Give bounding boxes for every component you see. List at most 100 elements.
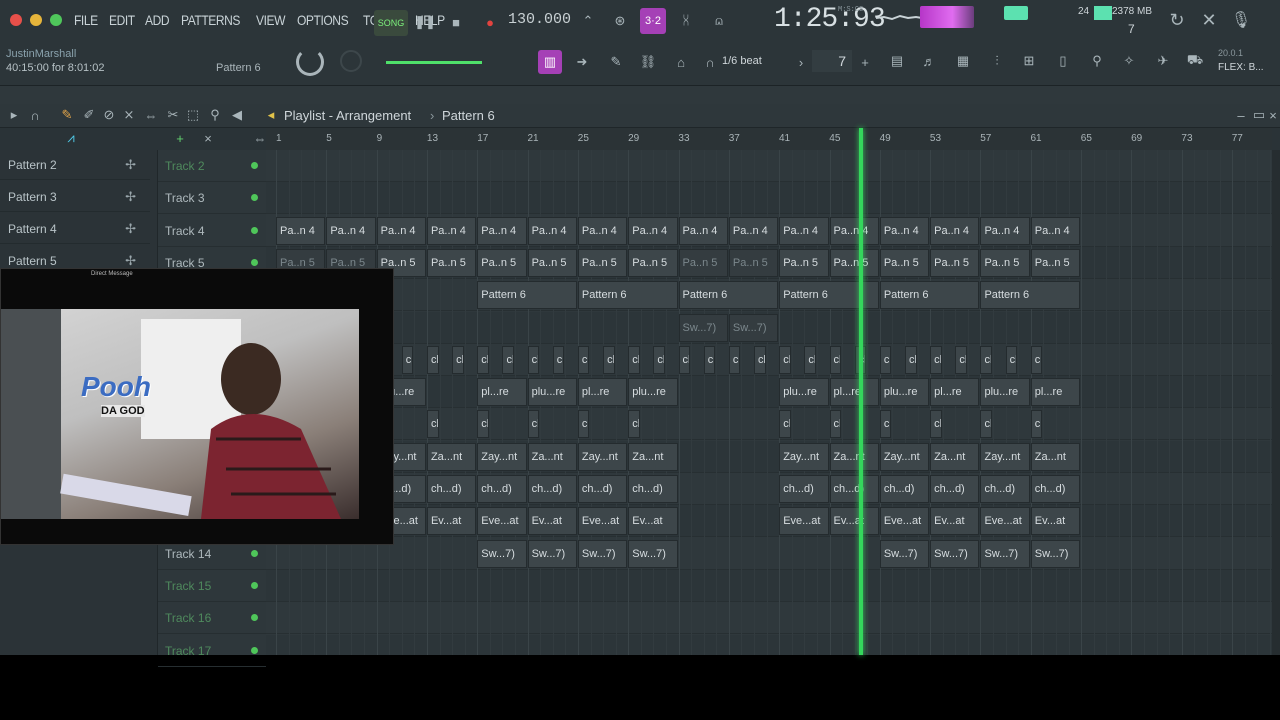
minimize-panel-icon[interactable]: – — [1234, 106, 1248, 124]
playlist-clip[interactable]: ch...d) — [527, 410, 540, 439]
close-panel-icon[interactable]: × — [1266, 106, 1280, 124]
menu-view[interactable]: VIEW — [256, 12, 285, 28]
playlist-clip[interactable]: Pa..n 4 — [477, 216, 527, 245]
channel-rack-icon[interactable]: ▤ — [886, 50, 908, 72]
playlist-clip[interactable]: Zay...nt — [980, 442, 1030, 471]
track-header[interactable]: Track 3 — [158, 182, 266, 215]
link-icon[interactable]: ⛓ — [638, 52, 658, 72]
playlist-clip[interactable]: ch...d) — [477, 475, 527, 503]
playlist-clip[interactable]: Sw...7) — [1030, 539, 1081, 568]
playlist-clip[interactable]: Pa..n 5 — [477, 248, 527, 277]
playlist-clip[interactable]: Pa..n 4 — [980, 216, 1030, 245]
playlist-clip[interactable]: Zay...nt — [577, 442, 628, 471]
audio-wave-icon[interactable]: ⩘ — [58, 128, 84, 148]
playlist-clip[interactable]: Pattern 6 — [779, 281, 879, 310]
playlist-clip[interactable]: Pa..n 5 — [426, 248, 477, 277]
playlist-clip[interactable]: Eve...at — [577, 507, 628, 536]
playlist-clip[interactable]: Sw...7) — [628, 539, 678, 568]
plugin-picker-icon[interactable]: ✈ — [1152, 50, 1174, 72]
playlist-clip[interactable]: Pa..n 5 — [1030, 248, 1081, 277]
master-volume-knob[interactable] — [296, 48, 324, 76]
playlist-clip[interactable]: Pa..n 4 — [326, 216, 376, 245]
track-enable-led[interactable] — [251, 258, 258, 266]
playlist-clip[interactable]: ch...d) — [628, 410, 640, 439]
playlist-clip[interactable]: plu...re — [879, 378, 930, 407]
mute-tool-icon[interactable]: ⨯ — [120, 106, 138, 124]
plugin-icon[interactable]: ⚲ — [1086, 50, 1108, 72]
vertical-scrollbar[interactable] — [1272, 150, 1280, 655]
playlist-clip[interactable]: ch...d) — [829, 410, 842, 439]
playlist-clip[interactable]: Pa..n 5 — [779, 248, 829, 277]
playlist-clip[interactable]: ch...d) — [577, 345, 590, 374]
playlist-clip[interactable]: ch...d) — [477, 410, 489, 439]
menu-edit[interactable]: EDIT — [109, 12, 135, 28]
playlist-clip[interactable]: ch...d) — [1005, 345, 1018, 374]
playlist-clip[interactable]: ch...d) — [829, 345, 842, 374]
maximize-panel-icon[interactable]: ▭ — [1252, 106, 1266, 124]
countdown-icon[interactable]: 3·2 — [640, 8, 666, 34]
minimize-window-button[interactable] — [30, 14, 42, 26]
playlist-clip[interactable]: Pa..n 4 — [426, 216, 477, 245]
add-icon[interactable]: + — [858, 52, 872, 72]
playlist-clip[interactable]: Pa..n 4 — [1030, 216, 1081, 245]
track-header[interactable]: Track 4 — [158, 215, 266, 247]
playlist-pattern-breadcrumb[interactable]: Pattern 6 — [442, 108, 495, 123]
playlist-clip[interactable]: ch...d) — [879, 345, 892, 374]
playlist-clip[interactable]: ch...d) — [980, 475, 1030, 503]
playlist-clip[interactable]: Pa..n 4 — [678, 216, 728, 245]
current-pattern-label[interactable]: Pattern 6 — [216, 62, 261, 74]
playlist-clip[interactable]: Ev...at — [829, 507, 879, 536]
playlist-clip[interactable]: ch...d) — [577, 410, 590, 439]
playlist-clip[interactable]: ch...d) — [879, 475, 930, 503]
shop-cart-icon[interactable]: ⛟ — [1184, 50, 1206, 72]
track-header[interactable]: Track 16 — [158, 602, 266, 635]
stop-icon[interactable]: ■ — [446, 12, 466, 32]
snap-next-icon[interactable]: › — [794, 52, 808, 72]
playlist-clip[interactable]: Za...nt — [829, 442, 879, 471]
playlist-clip[interactable]: plu...re — [980, 378, 1030, 407]
drag-handle-icon[interactable]: ✢ — [125, 189, 136, 205]
track-enable-led[interactable] — [251, 614, 258, 622]
playlist-clip[interactable]: ch...d) — [426, 410, 439, 439]
playlist-clip[interactable]: plu...re — [628, 378, 678, 407]
playlist-clip[interactable]: Pa..n 5 — [879, 248, 930, 277]
slip-tool-icon[interactable]: ⇔ — [142, 106, 160, 124]
playlist-clip[interactable]: ch...d) — [779, 410, 791, 439]
playlist-clip[interactable]: Pa..n 4 — [728, 216, 779, 245]
playlist-clip[interactable]: Sw...7) — [930, 539, 980, 568]
wait-input-icon[interactable]: ⊛ — [608, 10, 632, 32]
playlist-clip[interactable]: ch...d) — [628, 345, 640, 374]
playlist-clip[interactable]: Pattern 6 — [477, 281, 577, 310]
playlist-clip[interactable]: Pa..n 4 — [779, 216, 829, 245]
playlist-clip[interactable]: Pa..n 4 — [829, 216, 879, 245]
step-value[interactable]: 7 — [812, 50, 852, 72]
playlist-clip[interactable]: Pa..n 5 — [829, 248, 879, 277]
playlist-clip[interactable]: Eve...at — [980, 507, 1030, 536]
playlist-clip[interactable]: ch...d) — [1030, 345, 1043, 374]
pattern-picker-item[interactable]: Pattern 4 ✢ — [0, 214, 150, 244]
maximize-window-button[interactable] — [50, 14, 62, 26]
playback-tool-icon[interactable]: ◀ — [228, 106, 246, 124]
zoom-tool-icon[interactable]: ⚲ — [206, 106, 224, 124]
playlist-clip[interactable]: Sw...7) — [879, 539, 930, 568]
playlist-clip[interactable]: ch...d) — [804, 345, 816, 374]
playlist-clip[interactable]: Za...nt — [1030, 442, 1081, 471]
playlist-snap-icon[interactable]: ▥ — [538, 50, 562, 74]
playlist-clip[interactable]: Pa..n 4 — [276, 216, 326, 245]
playlist-menu-icon[interactable]: ▸ — [6, 106, 22, 124]
playlist-clip[interactable]: pl...re — [1030, 378, 1081, 407]
playlist-clip[interactable]: pl...re — [577, 378, 628, 407]
track-header[interactable]: Track 2 — [158, 150, 266, 182]
track-enable-led[interactable] — [251, 162, 258, 169]
playlist-clip[interactable]: ch...d) — [426, 475, 477, 503]
panic-icon[interactable]: ✕ — [1198, 8, 1220, 32]
playlist-clip[interactable]: ch...d) — [452, 345, 464, 374]
pencil-icon[interactable]: ✎ — [606, 52, 626, 72]
remove-pattern-icon[interactable]: × — [200, 128, 216, 148]
metronome-icon[interactable]: ⌃ — [576, 10, 600, 32]
playlist-clip[interactable]: Pa..n 4 — [628, 216, 678, 245]
playlist-clip[interactable]: Sw...7) — [577, 539, 628, 568]
close-window-button[interactable] — [10, 14, 22, 26]
playlist-clip[interactable]: ch...d) — [980, 345, 993, 374]
playlist-clip[interactable]: ch...d) — [930, 345, 942, 374]
